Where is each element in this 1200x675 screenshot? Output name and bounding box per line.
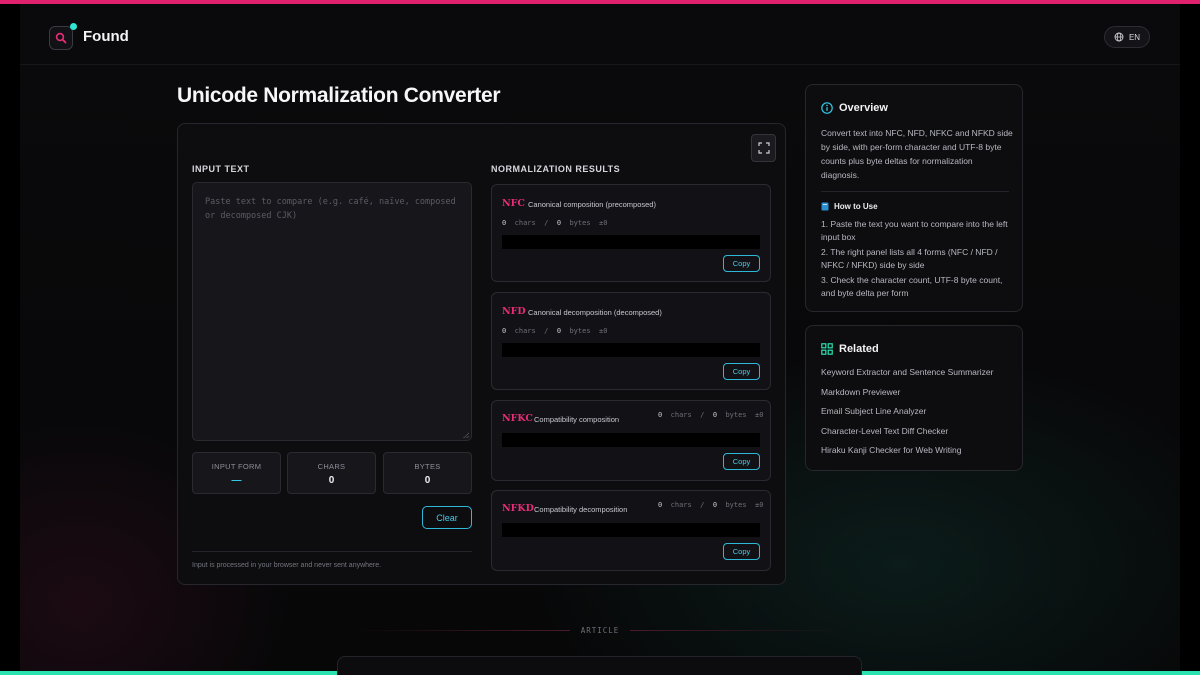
related-link[interactable]: Hiraku Kanji Checker for Web Writing	[821, 445, 993, 465]
stat-label: INPUT FORM	[211, 462, 262, 471]
resize-handle[interactable]	[463, 432, 469, 438]
language-label: EN	[1128, 32, 1141, 42]
copy-button-nfkd[interactable]: Copy	[723, 543, 760, 560]
article-divider-left	[350, 630, 570, 631]
divider	[821, 191, 1009, 192]
result-card-nfc: NFC Canonical composition (precomposed) …	[491, 184, 771, 282]
overview-description: Convert text into NFC, NFD, NFKC and NFK…	[821, 128, 1013, 180]
divider	[192, 551, 472, 552]
related-link[interactable]: Email Subject Line Analyzer	[821, 406, 993, 426]
form-output[interactable]	[502, 343, 760, 357]
stat-label: BYTES	[414, 462, 441, 471]
input-textarea[interactable]: Paste text to compare (e.g. café, naïve,…	[192, 182, 472, 441]
form-counts: 0 chars / 0 bytes ±0	[658, 411, 764, 419]
book-icon	[821, 202, 829, 211]
stat-bytes: BYTES 0	[383, 452, 472, 494]
stat-chars: CHARS 0	[287, 452, 376, 494]
stat-value: 0	[328, 475, 335, 486]
converter-card: INPUT TEXT Paste text to compare (e.g. c…	[177, 123, 786, 585]
form-output[interactable]	[502, 235, 760, 249]
grid-icon	[821, 343, 833, 355]
results-section-label: NORMALIZATION RESULTS	[491, 164, 621, 174]
form-output[interactable]	[502, 433, 760, 447]
frame-left	[0, 4, 20, 671]
form-name: NFKC	[502, 413, 533, 424]
info-icon	[821, 102, 833, 114]
expand-icon	[757, 142, 770, 154]
overview-card: Overview Convert text into NFC, NFD, NFK…	[805, 84, 1023, 312]
stat-input-form: INPUT FORM —	[192, 452, 281, 494]
clear-button[interactable]: Clear	[422, 506, 472, 529]
form-counts: 0 chars / 0 bytes ±0	[502, 219, 608, 227]
result-card-nfkc: NFKC Compatibility composition 0 chars /…	[491, 400, 771, 481]
form-description: Canonical decomposition (decomposed)	[528, 308, 662, 317]
language-switcher[interactable]: EN	[1104, 26, 1150, 48]
form-name: NFC	[502, 198, 525, 209]
input-section-label: INPUT TEXT	[192, 164, 250, 174]
howto-title: How to Use	[821, 202, 878, 211]
related-link[interactable]: Markdown Previewer	[821, 387, 993, 407]
howto-steps: 1. Paste the text you want to compare in…	[821, 218, 1013, 302]
article-card	[337, 656, 862, 675]
related-title: Related	[821, 343, 879, 355]
logo-dot	[70, 23, 77, 30]
related-card: Related Keyword Extractor and Sentence S…	[805, 325, 1023, 471]
howto-step: 2. The right panel lists all 4 forms (NF…	[821, 247, 998, 270]
globe-icon	[1114, 32, 1124, 42]
site-header: Found EN	[20, 4, 1180, 65]
stat-label: CHARS	[317, 462, 346, 471]
search-icon	[55, 32, 67, 44]
related-links: Keyword Extractor and Sentence Summarize…	[821, 367, 993, 465]
copy-button-nfd[interactable]: Copy	[723, 363, 760, 380]
fullscreen-button[interactable]	[751, 134, 776, 162]
page-title: Unicode Normalization Converter	[177, 84, 501, 107]
form-description: Canonical composition (precomposed)	[528, 200, 656, 209]
input-placeholder: Paste text to compare (e.g. café, naïve,…	[205, 197, 456, 221]
privacy-note: Input is processed in your browser and n…	[192, 562, 382, 569]
stat-value: —	[231, 475, 242, 486]
related-link[interactable]: Character-Level Text Diff Checker	[821, 426, 993, 446]
form-description: Compatibility composition	[534, 415, 620, 424]
form-counts: 0 chars / 0 bytes ±0	[658, 501, 764, 509]
form-name: NFD	[502, 306, 526, 317]
related-link[interactable]: Keyword Extractor and Sentence Summarize…	[821, 367, 993, 387]
site-logo-text[interactable]: Found	[83, 28, 129, 45]
frame-right	[1180, 4, 1200, 671]
article-label: ARTICLE	[580, 626, 620, 635]
result-card-nfd: NFD Canonical decomposition (decomposed)…	[491, 292, 771, 390]
result-card-nfkd: NFKD Compatibility decomposition 0 chars…	[491, 490, 771, 571]
form-output[interactable]	[502, 523, 760, 537]
article-divider-right	[630, 630, 850, 631]
copy-button-nfkc[interactable]: Copy	[723, 453, 760, 470]
copy-button-nfc[interactable]: Copy	[723, 255, 760, 272]
form-name: NFKD	[502, 503, 534, 514]
logo-search-icon[interactable]	[49, 23, 77, 50]
howto-step: 3. Check the character count, UTF-8 byte…	[821, 275, 1003, 298]
stat-value: 0	[424, 475, 431, 486]
form-counts: 0 chars / 0 bytes ±0	[502, 327, 608, 335]
form-description: Compatibility decomposition	[534, 505, 628, 514]
overview-title: Overview	[821, 102, 888, 114]
howto-step: 1. Paste the text you want to compare in…	[821, 219, 1008, 242]
